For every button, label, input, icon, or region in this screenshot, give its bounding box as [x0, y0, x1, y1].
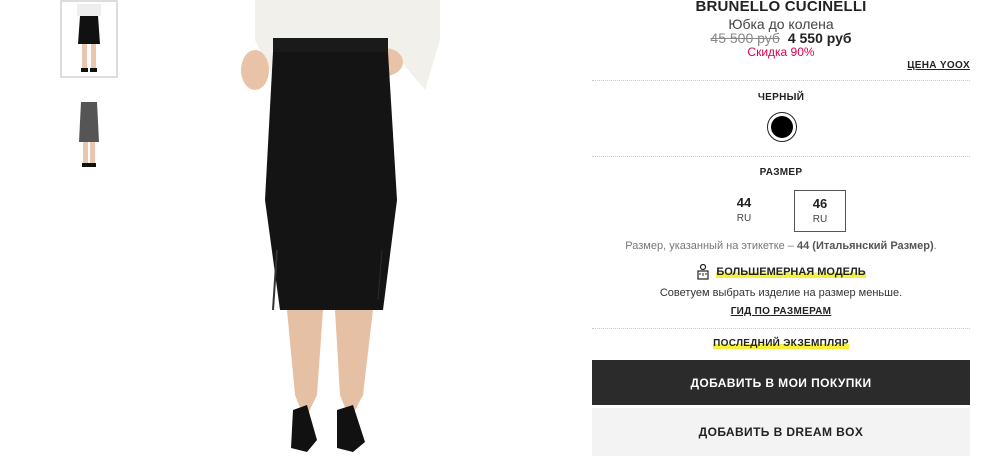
- size-unit: RU: [812, 214, 828, 225]
- add-to-cart-button[interactable]: ДОБАВИТЬ В МОИ ПОКУПКИ: [592, 360, 970, 405]
- fit-advice: Советуем выбрать изделие на размер меньш…: [659, 287, 903, 299]
- brand-name[interactable]: BRUNELLO CUCINELLI: [592, 0, 970, 15]
- divider: [592, 328, 970, 329]
- thumbnail-list: [60, 0, 122, 174]
- size-value: 44: [736, 195, 752, 210]
- thumbnail-front[interactable]: [60, 0, 118, 78]
- size-note-suffix: .: [933, 240, 937, 252]
- discount-label: Скидка 90%: [747, 45, 815, 59]
- size-note-bold: 44 (Итальянский Размер): [796, 240, 934, 252]
- size-label-note: Размер, указанный на этикетке – 44 (Итал…: [592, 240, 970, 252]
- product-details-panel: BRUNELLO CUCINELLI Юбка до колена 45 500…: [592, 0, 970, 456]
- product-image[interactable]: [225, 0, 475, 456]
- size-option-44[interactable]: 44 RU: [718, 190, 770, 232]
- fit-label: БОЛЬШЕМЕРНАЯ МОДЕЛЬ: [716, 266, 866, 278]
- fit-info: БОЛЬШЕМЕРНАЯ МОДЕЛЬ: [592, 264, 970, 283]
- size-guide-link[interactable]: ГИД ПО РАЗМЕРАМ: [592, 306, 970, 317]
- last-item-label: ПОСЛЕДНИЙ ЭКЗЕМПЛЯР: [592, 338, 970, 349]
- yoox-price-link[interactable]: ЦЕНА YOOX: [907, 60, 970, 71]
- add-to-dreambox-button[interactable]: ДОБАВИТЬ В DREAM BOX: [592, 408, 970, 456]
- last-item-text: ПОСЛЕДНИЙ ЭКЗЕМПЛЯР: [713, 338, 849, 349]
- size-heading: РАЗМЕР: [759, 167, 803, 178]
- divider: [592, 80, 970, 81]
- new-price: 4 550 руб: [787, 30, 852, 46]
- thumbnail-fabric[interactable]: [60, 96, 118, 174]
- size-option-46[interactable]: 46 RU: [794, 190, 846, 232]
- divider: [592, 156, 970, 157]
- price-block: 45 500 руб 4 550 руб: [592, 30, 970, 46]
- old-price: 45 500 руб: [710, 30, 780, 46]
- size-value: 46: [812, 196, 828, 211]
- ruler-person-icon: [697, 264, 709, 280]
- product-image-illustration: [241, 0, 440, 452]
- thumbnail-front-image: [77, 4, 101, 72]
- thumbnail-fabric-image: [79, 102, 99, 167]
- size-unit: RU: [736, 213, 752, 224]
- color-swatch-black[interactable]: [767, 112, 797, 142]
- size-note-prefix: Размер, указанный на этикетке –: [625, 240, 797, 252]
- color-name: ЧЕРНЫЙ: [757, 92, 805, 103]
- swatch-fill: [771, 116, 793, 138]
